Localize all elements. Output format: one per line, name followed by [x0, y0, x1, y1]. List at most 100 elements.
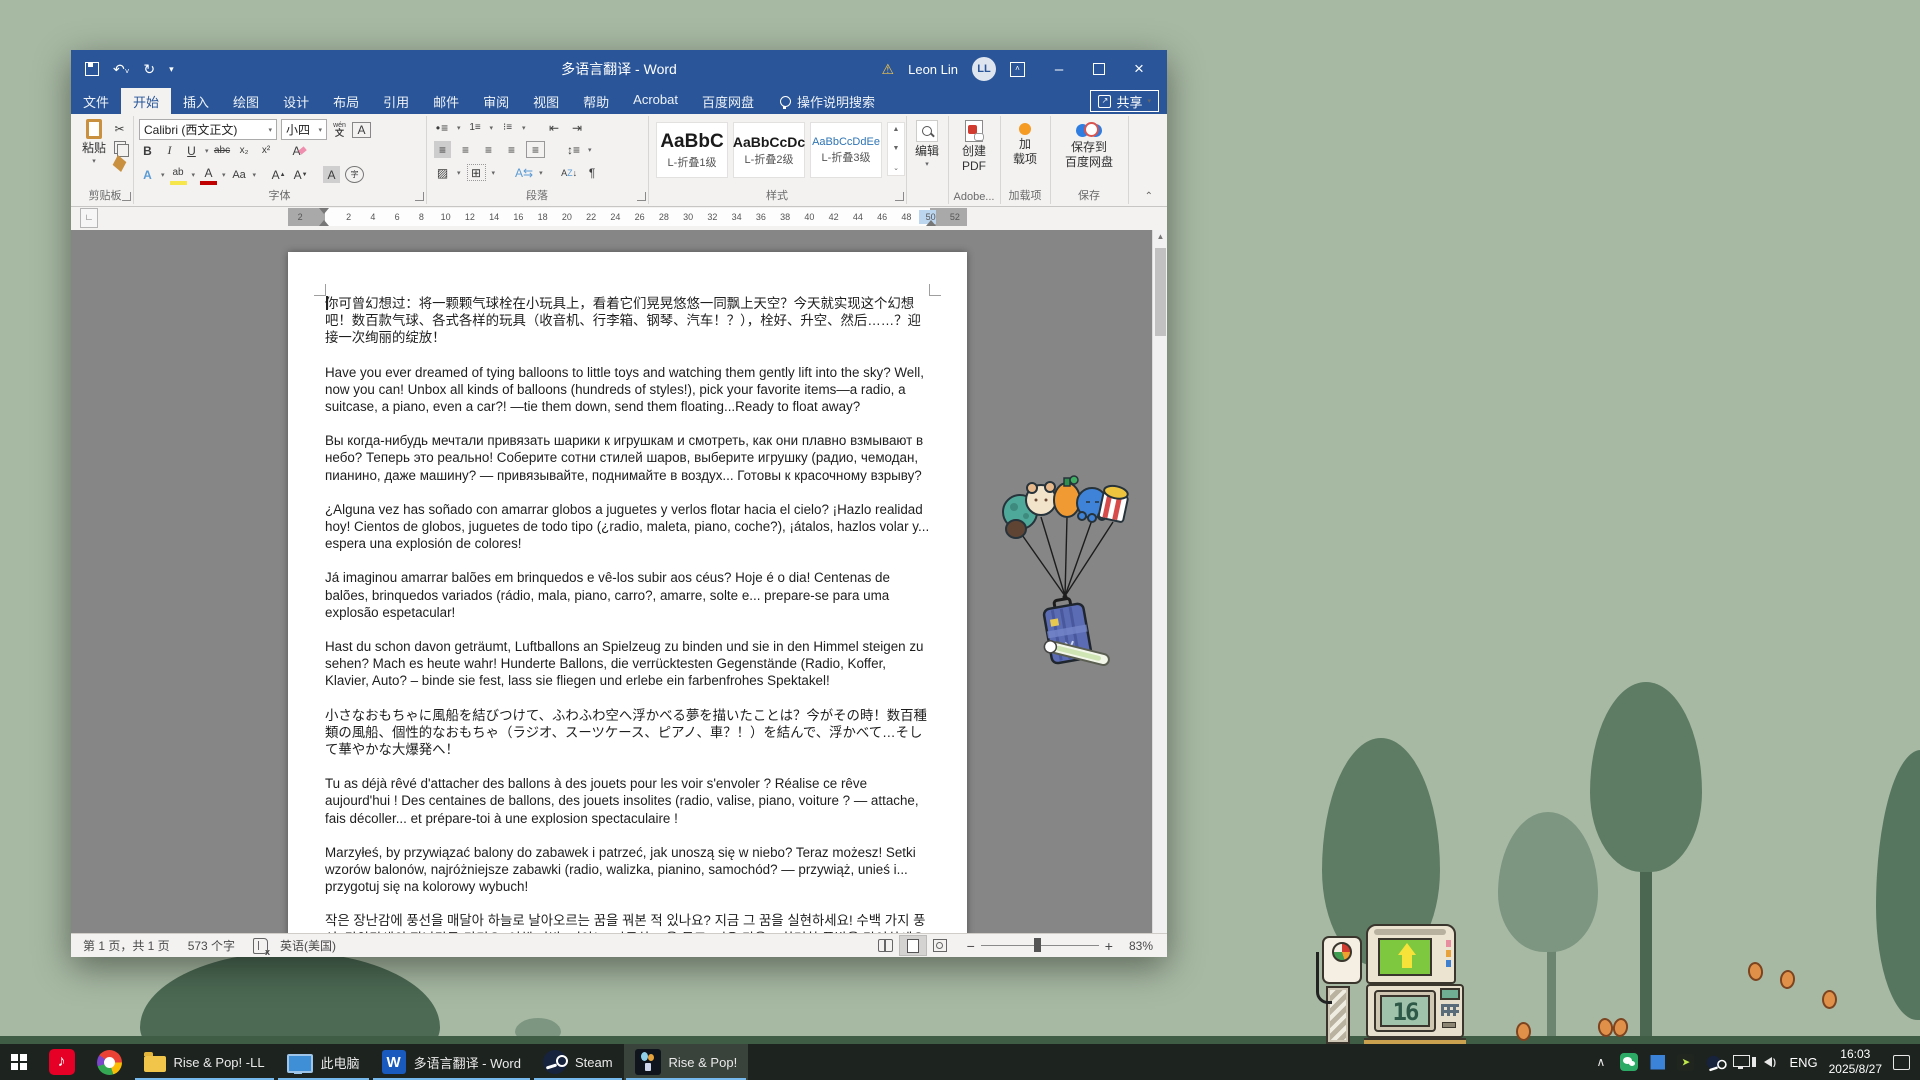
addin-button[interactable]: 加载项: [1004, 120, 1046, 167]
change-case-icon[interactable]: Aa: [231, 166, 248, 183]
shrink-font-icon[interactable]: A▼: [292, 166, 309, 183]
horizontal-ruler[interactable]: 2246810121416182022242628303234363840424…: [288, 208, 967, 226]
document-page[interactable]: 你可曾幻想过：将一颗颗气球栓在小玩具上，看着它们晃晃悠悠一同飘上天空？今天就实现…: [288, 252, 967, 934]
paste-button[interactable]: 粘贴 ▾: [79, 119, 109, 167]
proofing-icon[interactable]: x: [253, 938, 268, 954]
ribbon-tab[interactable]: 设计: [271, 88, 321, 114]
cut-icon[interactable]: ✂: [111, 120, 128, 137]
start-button[interactable]: [0, 1044, 38, 1080]
borders-icon[interactable]: ⊞: [467, 164, 486, 181]
distribute-icon[interactable]: ≡: [526, 141, 545, 158]
justify-icon[interactable]: ≡: [503, 141, 520, 158]
hanging-indent-marker[interactable]: [319, 220, 329, 226]
zoom-in-button[interactable]: +: [1105, 938, 1113, 954]
redo-icon[interactable]: ↻: [143, 61, 155, 78]
underline-icon[interactable]: U: [183, 142, 200, 159]
taskbar-folder-window[interactable]: Rise & Pop! -LL: [133, 1044, 276, 1080]
phonetic-guide-icon[interactable]: wén文: [331, 121, 348, 138]
ribbon-tab[interactable]: Acrobat: [621, 88, 690, 114]
copy-icon[interactable]: [114, 141, 126, 154]
enclose-characters-icon[interactable]: 字: [345, 166, 364, 183]
font-size-combo[interactable]: 小四 ▾: [281, 119, 327, 140]
format-painter-icon[interactable]: [113, 155, 127, 172]
bold-icon[interactable]: B: [139, 142, 156, 159]
zoom-level[interactable]: 83%: [1129, 939, 1153, 953]
increase-indent-icon[interactable]: ⇥: [569, 119, 586, 136]
read-mode-icon[interactable]: [873, 936, 899, 955]
tray-expand-icon[interactable]: ∧: [1592, 1054, 1609, 1071]
close-button[interactable]: ×: [1119, 50, 1159, 88]
character-shading-icon[interactable]: A: [323, 166, 340, 183]
sort-icon[interactable]: AZ↓: [561, 164, 578, 181]
ribbon-tab[interactable]: 文件: [71, 88, 121, 114]
warning-icon[interactable]: ⚠: [882, 61, 895, 78]
ribbon-tab[interactable]: 审阅: [471, 88, 521, 114]
web-layout-icon[interactable]: [927, 936, 953, 955]
numbering-icon[interactable]: 1≡: [467, 119, 484, 136]
wechat-icon[interactable]: [1620, 1053, 1638, 1071]
tab-stop-selector[interactable]: ∟: [80, 208, 98, 228]
styles-gallery-more-icon[interactable]: ⌄: [893, 164, 899, 172]
ribbon-tab[interactable]: 绘图: [221, 88, 271, 114]
ribbon-tab[interactable]: 引用: [371, 88, 421, 114]
baidu-save-button[interactable]: 保存到百度网盘: [1055, 120, 1123, 170]
save-icon[interactable]: [85, 62, 99, 76]
align-left-icon[interactable]: ≡: [434, 141, 451, 158]
italic-icon[interactable]: I: [161, 142, 178, 159]
dialog-launcher-icon[interactable]: [122, 192, 131, 201]
decrease-indent-icon[interactable]: ⇤: [546, 119, 563, 136]
minimize-button[interactable]: –: [1039, 50, 1079, 88]
tell-me-search[interactable]: 操作说明搜索: [780, 88, 875, 114]
shading-icon[interactable]: ▨: [434, 164, 451, 181]
style-card[interactable]: AaBbC L-折叠1级: [656, 122, 728, 178]
page-indicator[interactable]: 第 1 页，共 1 页: [83, 937, 170, 954]
dialog-launcher-icon[interactable]: [895, 192, 904, 201]
zoom-slider[interactable]: [981, 945, 1099, 946]
font-color-icon[interactable]: A: [200, 164, 217, 185]
create-pdf-button[interactable]: 创建PDF: [952, 120, 996, 174]
right-indent-marker[interactable]: [926, 220, 936, 226]
steam-tray-icon[interactable]: [1707, 1055, 1721, 1069]
ribbon-tab[interactable]: 视图: [521, 88, 571, 114]
zoom-out-button[interactable]: −: [967, 938, 975, 954]
ribbon-tab[interactable]: 邮件: [421, 88, 471, 114]
maximize-button[interactable]: [1079, 50, 1119, 88]
game-machine[interactable]: 16: [1318, 924, 1464, 1044]
clock[interactable]: 16:03 2025/8/27: [1829, 1047, 1882, 1077]
zoom-slider-thumb[interactable]: [1034, 938, 1041, 952]
editing-button[interactable]: 编辑 ▾: [910, 120, 944, 170]
align-right-icon[interactable]: ≡: [480, 141, 497, 158]
highlight-icon[interactable]: ab: [170, 164, 187, 185]
subscript-icon[interactable]: x₂: [236, 142, 253, 159]
ribbon-tab[interactable]: 插入: [171, 88, 221, 114]
style-card[interactable]: AaBbCcDc L-折叠2级: [733, 122, 805, 178]
customize-qat-icon[interactable]: ▾: [169, 64, 174, 75]
ribbon-tab[interactable]: 开始: [121, 88, 171, 114]
ribbon-display-options-icon[interactable]: ˄: [1010, 62, 1025, 77]
taskbar-rise-and-pop[interactable]: Rise & Pop!: [624, 1044, 749, 1080]
ribbon-tab[interactable]: 百度网盘: [690, 88, 766, 114]
character-border-icon[interactable]: A: [352, 122, 371, 138]
scroll-up-icon[interactable]: ▲: [1153, 232, 1167, 241]
first-line-indent-marker[interactable]: [319, 208, 329, 214]
align-center-icon[interactable]: ≡: [457, 141, 474, 158]
multilevel-list-icon[interactable]: ⁝≡: [499, 119, 516, 136]
volume-icon[interactable]: ): [1761, 1054, 1778, 1071]
style-card[interactable]: AaBbCcDdEe L-折叠3级: [810, 122, 882, 178]
netdisk-grid-icon[interactable]: [1649, 1054, 1666, 1071]
taskbar-steam[interactable]: Steam: [532, 1044, 624, 1080]
grow-font-icon[interactable]: A▲: [270, 166, 287, 183]
ribbon-tab[interactable]: 布局: [321, 88, 371, 114]
styles-scroll-down-icon[interactable]: ▼: [893, 145, 900, 152]
language-indicator[interactable]: 英语(美国): [280, 937, 336, 954]
superscript-icon[interactable]: x²: [258, 142, 275, 159]
scrollbar-thumb[interactable]: [1155, 248, 1166, 336]
show-marks-icon[interactable]: ¶: [584, 164, 601, 181]
asian-layout-icon[interactable]: A⇆: [515, 164, 533, 181]
print-layout-icon[interactable]: [899, 935, 927, 956]
text-effects-icon[interactable]: A: [139, 166, 156, 183]
line-spacing-icon[interactable]: ↕≡: [565, 141, 582, 158]
pointer-app-icon[interactable]: ➤: [1677, 1054, 1694, 1071]
undo-icon[interactable]: ↶˅: [113, 61, 129, 78]
network-icon[interactable]: [1733, 1054, 1750, 1071]
